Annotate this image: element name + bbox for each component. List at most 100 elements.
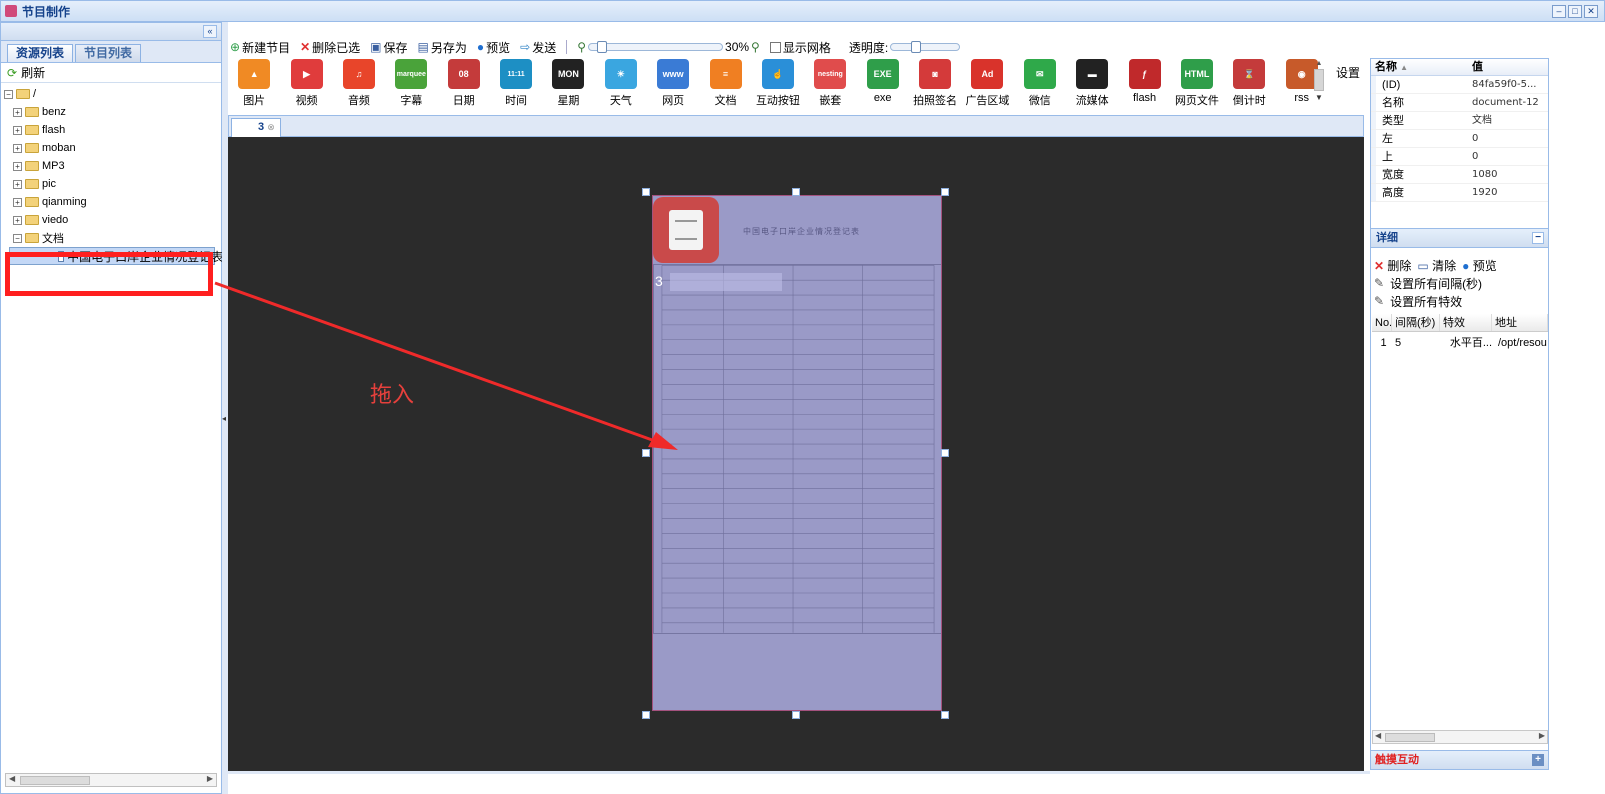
settings-button[interactable]: 设置 <box>1336 64 1360 81</box>
refresh-button[interactable]: ⟳ 刷新 <box>1 63 221 83</box>
palette-item-countdown[interactable]: ⌛ 倒计时 <box>1223 58 1275 114</box>
property-row[interactable]: 类型 文档 <box>1371 112 1548 130</box>
palette-scrollbar[interactable]: ▲ ▼ <box>1312 60 1326 108</box>
property-value-header[interactable]: 值 <box>1468 59 1483 75</box>
touch-interaction-panel[interactable]: 触摸互动 + <box>1370 750 1549 770</box>
collapse-left-button[interactable]: « <box>203 25 217 38</box>
tree-folder-flash[interactable]: + flash <box>1 121 221 139</box>
scroll-left-icon[interactable]: ◀ <box>9 774 15 783</box>
resize-handle-s[interactable] <box>792 711 800 719</box>
resize-handle-n[interactable] <box>792 188 800 196</box>
property-row[interactable]: 名称 document-12 <box>1371 94 1548 112</box>
property-value[interactable]: 84fa59f0-5... <box>1468 76 1548 93</box>
palette-item-wechat[interactable]: ✉ 微信 <box>1014 58 1066 114</box>
scroll-right-icon[interactable]: ▶ <box>1539 731 1545 740</box>
detail-clear-button[interactable]: ▭ 清除 <box>1417 257 1456 274</box>
show-grid-toggle[interactable]: 显示网格 <box>769 39 831 56</box>
palette-item-nesting[interactable]: nesting 嵌套 <box>804 58 856 114</box>
palette-item-interactive-button[interactable]: ☝ 互动按钮 <box>752 58 804 114</box>
palette-item-date[interactable]: 08 日期 <box>438 58 490 114</box>
scroll-left-icon[interactable]: ◀ <box>1375 731 1381 740</box>
send-button[interactable]: ⇨ 发送 <box>520 39 556 56</box>
property-row[interactable]: 左0 <box>1371 130 1548 148</box>
expand-toggle-icon[interactable]: + <box>13 215 22 225</box>
property-row[interactable]: (ID) 84fa59f0-5... <box>1371 76 1548 94</box>
palette-item-marquee[interactable]: marquee 字幕 <box>385 58 437 114</box>
palette-item-audio[interactable]: ♫ 音频 <box>333 58 385 114</box>
tab-program-list[interactable]: 节目列表 <box>75 44 142 62</box>
left-horizontal-scrollbar[interactable]: ◀ ▶ <box>5 773 217 787</box>
expand-toggle-icon[interactable]: + <box>13 125 22 135</box>
maximize-button[interactable]: □ <box>1568 5 1582 18</box>
scroll-up-icon[interactable]: ▲ <box>1312 60 1326 67</box>
expand-toggle-icon[interactable]: + <box>13 143 22 153</box>
minimize-button[interactable]: – <box>1552 5 1566 18</box>
scrollbar-thumb[interactable] <box>20 776 90 785</box>
property-value[interactable]: document-12 <box>1468 94 1548 111</box>
palette-item-weather[interactable]: ☀ 天气 <box>595 58 647 114</box>
tab-program-3[interactable]: 3 ⊗ <box>231 118 281 137</box>
delete-selected-button[interactable]: ✕ 删除已选 <box>300 39 360 56</box>
table-row[interactable]: 1 5 水平百... /opt/resou <box>1372 334 1548 352</box>
resize-handle-w[interactable] <box>642 449 650 457</box>
palette-item-html-file[interactable]: HTML 网页文件 <box>1171 58 1223 114</box>
palette-item-webpage[interactable]: www 网页 <box>647 58 699 114</box>
opacity-slider-thumb[interactable] <box>911 41 922 53</box>
set-all-effect-button[interactable]: ✎ 设置所有特效 <box>1374 292 1549 310</box>
collapse-detail-button[interactable]: − <box>1532 232 1544 244</box>
property-name-header[interactable]: 名称 ▲ <box>1371 59 1468 75</box>
new-program-button[interactable]: ⊕ 新建节目 <box>230 39 290 56</box>
palette-item-week[interactable]: MON 星期 <box>542 58 594 114</box>
column-header-effect[interactable]: 特效 <box>1440 314 1492 331</box>
palette-item-exe[interactable]: EXE exe <box>857 58 909 114</box>
tree-folder-moban[interactable]: + moban <box>1 139 221 157</box>
palette-item-flash[interactable]: ƒ flash <box>1118 58 1170 114</box>
expand-icon[interactable]: + <box>1532 754 1544 766</box>
tree-folder-viedo[interactable]: + viedo <box>1 211 221 229</box>
resize-handle-e[interactable] <box>941 449 949 457</box>
expand-toggle-icon[interactable]: + <box>13 197 22 207</box>
scrollbar-thumb[interactable] <box>1385 733 1435 742</box>
collapse-toggle-icon[interactable]: − <box>4 89 13 99</box>
resize-handle-sw[interactable] <box>642 711 650 719</box>
preview-button[interactable]: ● 预览 <box>477 39 510 56</box>
palette-item-photo-signature[interactable]: ◙ 拍照签名 <box>909 58 961 114</box>
palette-item-time[interactable]: 11:11 时间 <box>490 58 542 114</box>
show-grid-checkbox[interactable] <box>769 41 781 53</box>
scroll-down-icon[interactable]: ▼ <box>1312 93 1326 102</box>
opacity-slider[interactable] <box>890 41 961 53</box>
resize-handle-nw[interactable] <box>642 188 650 196</box>
expand-toggle-icon[interactable]: + <box>13 107 22 117</box>
property-row[interactable]: 上0 <box>1371 148 1548 166</box>
property-value[interactable]: 1080 <box>1468 166 1548 183</box>
column-header-interval[interactable]: 间隔(秒) <box>1392 314 1440 331</box>
scroll-right-icon[interactable]: ▶ <box>207 774 213 783</box>
zoom-slider-thumb[interactable] <box>597 41 608 53</box>
collapse-toggle-icon[interactable]: − <box>13 233 22 243</box>
tree-folder-documents[interactable]: − 文档 <box>1 229 221 247</box>
tree-folder-mp3[interactable]: + MP3 <box>1 157 221 175</box>
palette-item-stream[interactable]: ▬ 流媒体 <box>1066 58 1118 114</box>
close-tab-icon[interactable]: ⊗ <box>267 122 275 132</box>
save-as-button[interactable]: ▤ 另存为 <box>418 39 467 56</box>
palette-item-video[interactable]: ▶ 视频 <box>280 58 332 114</box>
column-header-address[interactable]: 地址 <box>1492 314 1548 331</box>
column-header-no[interactable]: No. <box>1372 314 1392 331</box>
expand-toggle-icon[interactable]: + <box>13 161 22 171</box>
close-button[interactable]: ✕ <box>1584 5 1598 18</box>
detail-delete-button[interactable]: ✕ 删除 <box>1374 257 1411 274</box>
property-value[interactable]: 1920 <box>1468 184 1548 201</box>
zoom-in-icon[interactable]: ⚲ <box>751 40 760 54</box>
scrollbar-thumb[interactable] <box>1314 69 1324 91</box>
property-value[interactable]: 文档 <box>1468 112 1548 129</box>
property-row[interactable]: 高度 1920 <box>1371 184 1548 202</box>
tree-folder-pic[interactable]: + pic <box>1 175 221 193</box>
property-value[interactable]: 0 <box>1468 148 1548 165</box>
detail-horizontal-scrollbar[interactable]: ◀ ▶ <box>1372 730 1548 744</box>
tree-folder-benz[interactable]: + benz <box>1 103 221 121</box>
resize-handle-ne[interactable] <box>941 188 949 196</box>
detail-preview-button[interactable]: ● 预览 <box>1462 257 1497 274</box>
property-row[interactable]: 宽度 1080 <box>1371 166 1548 184</box>
property-value[interactable]: 0 <box>1468 130 1548 147</box>
tab-resource-list[interactable]: 资源列表 <box>7 44 74 62</box>
